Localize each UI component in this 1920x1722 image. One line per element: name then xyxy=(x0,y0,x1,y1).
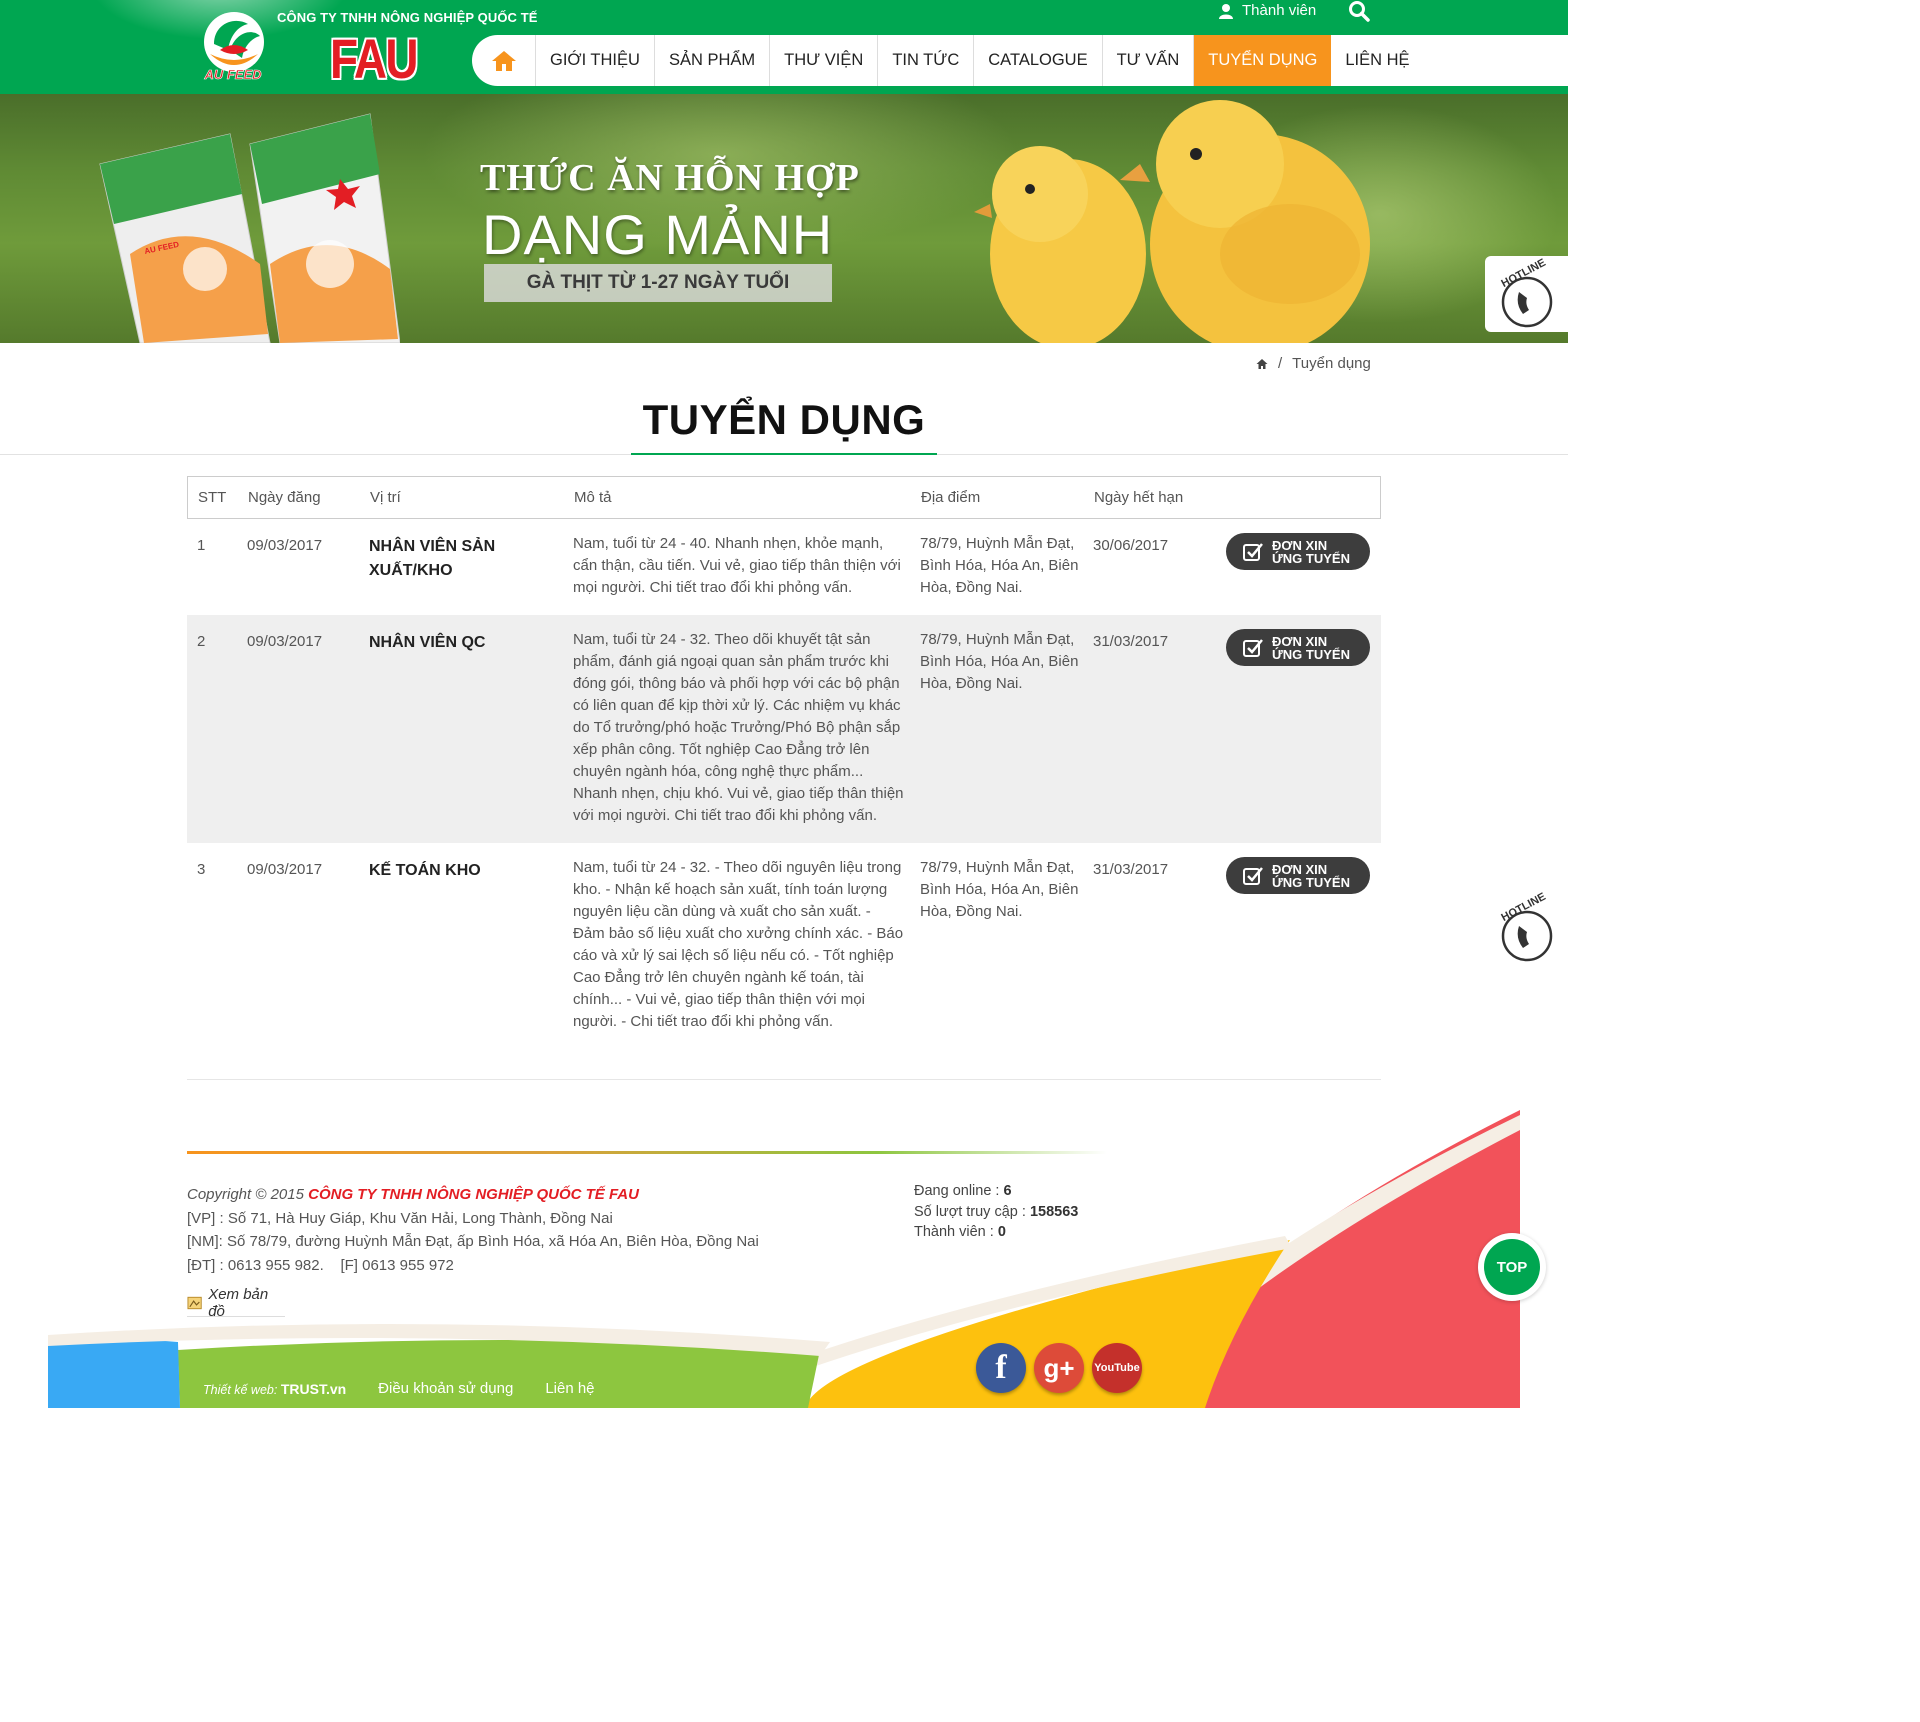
svg-text:HOTLINE: HOTLINE xyxy=(1499,891,1547,924)
breadcrumb-separator: / xyxy=(1278,355,1283,372)
row-position[interactable]: NHÂN VIÊN SẢN XUẤT/KHO xyxy=(369,535,529,583)
main-nav: GIỚI THIỆU SẢN PHẨM THƯ VIỆN TIN TỨC CAT… xyxy=(472,35,1568,86)
row-stt: 2 xyxy=(197,633,206,650)
row-description: Nam, tuổi từ 24 - 32. Theo dõi khuyết tậ… xyxy=(573,631,904,824)
feed-bags-image: AU FEED xyxy=(99,113,400,343)
visit-count: 158563 xyxy=(1029,1203,1079,1220)
table-header: STT Ngày đăng Vị trí Mô tả Địa điểm Ngày… xyxy=(187,476,1381,519)
table-row: 1 09/03/2017 NHÂN VIÊN SẢN XUẤT/KHO Nam,… xyxy=(187,519,1381,615)
view-map-link[interactable]: Xem bản đồ xyxy=(187,1285,285,1320)
online-count: 6 xyxy=(1003,1183,1012,1199)
row-location: 78/79, Huỳnh Mẫn Đạt, Bình Hóa, Hóa An, … xyxy=(920,535,1079,596)
banner-line3: GÀ THỊT TỪ 1-27 NGÀY TUỔI xyxy=(484,264,832,302)
row-expiry: 31/03/2017 xyxy=(1093,633,1169,650)
chicks-image xyxy=(974,100,1370,343)
row-date: 09/03/2017 xyxy=(247,537,323,554)
search-icon[interactable] xyxy=(1348,0,1370,22)
apply-button[interactable]: ĐƠN XIN ỨNG TUYỂN xyxy=(1226,857,1370,894)
social-links: f g+ YouTube xyxy=(976,1343,1142,1393)
header-location: Địa điểm xyxy=(921,489,981,506)
row-date: 09/03/2017 xyxy=(247,633,323,650)
back-to-top-label: TOP xyxy=(1484,1239,1540,1295)
table-row: 2 09/03/2017 NHÂN VIÊN QC Nam, tuổi từ 2… xyxy=(187,615,1381,843)
company-line: CÔNG TY TNHH NÔNG NGHIỆP QUỐC TẾ xyxy=(277,10,538,25)
user-icon xyxy=(1219,3,1233,19)
fax-number: [F] 0613 955 972 xyxy=(340,1256,454,1274)
aufeed-logo[interactable]: AU FEED xyxy=(190,6,276,86)
member-count: 0 xyxy=(997,1224,1006,1240)
phone-icon: HOTLINE xyxy=(1499,891,1553,962)
row-expiry: 31/03/2017 xyxy=(1093,861,1169,878)
home-icon xyxy=(491,50,516,71)
terms-link[interactable]: Điều khoản sử dụng xyxy=(378,1380,513,1397)
checkbox-icon xyxy=(1243,866,1263,885)
checkbox-icon xyxy=(1243,638,1263,657)
apply-button[interactable]: ĐƠN XIN ỨNG TUYỂN xyxy=(1226,629,1370,666)
footer-divider xyxy=(187,1151,1107,1154)
site-stats: Đang online : 6 Số lượt truy cập : 15856… xyxy=(914,1183,1079,1240)
designer-credit[interactable]: Thiết kế web: TRUST.vn xyxy=(203,1381,346,1397)
banner-line2: DẠNG MẢNH xyxy=(482,203,834,266)
nav-tu-van[interactable]: TƯ VẤN xyxy=(1103,35,1195,86)
hotline-badge[interactable]: HOTLINE xyxy=(1485,256,1569,332)
jobs-table: STT Ngày đăng Vị trí Mô tả Địa điểm Ngày… xyxy=(187,476,1381,1053)
nav-san-pham[interactable]: SẢN PHẨM xyxy=(655,35,771,86)
youtube-icon[interactable]: YouTube xyxy=(1092,1343,1142,1393)
copyright-company: CÔNG TY TNHH NÔNG NGHIỆP QUỐC TẾ FAU xyxy=(308,1186,639,1203)
banner-line1: THỨC ĂN HỖN HỢP xyxy=(480,157,860,199)
row-expiry: 30/06/2017 xyxy=(1093,537,1169,554)
home-icon[interactable] xyxy=(1256,358,1268,370)
svg-text:HOTLINE: HOTLINE xyxy=(1499,257,1547,290)
header-position: Vị trí xyxy=(370,489,401,506)
table-row: 3 09/03/2017 KẾ TOÁN KHO Nam, tuổi từ 24… xyxy=(187,843,1381,1053)
checkbox-icon xyxy=(1243,542,1263,561)
divider xyxy=(187,1079,1381,1080)
title-underline xyxy=(631,453,937,455)
apply-button[interactable]: ĐƠN XIN ỨNG TUYỂN xyxy=(1226,533,1370,570)
nav-lien-he[interactable]: LIÊN HỆ xyxy=(1331,35,1423,86)
nav-tin-tuc[interactable]: TIN TỨC xyxy=(878,35,975,86)
nav-tuyen-dung[interactable]: TUYỂN DỤNG xyxy=(1194,35,1332,86)
factory-address: [NM]: Số 78/79, đường Huỳnh Mẫn Đạt, ấp … xyxy=(187,1233,759,1250)
row-description: Nam, tuổi từ 24 - 32. - Theo dõi nguyên … xyxy=(573,859,904,1030)
row-location: 78/79, Huỳnh Mẫn Đạt, Bình Hóa, Hóa An, … xyxy=(920,859,1079,920)
back-to-top-button[interactable]: TOP xyxy=(1478,1233,1546,1301)
copyright-prefix: Copyright © 2015 xyxy=(187,1186,304,1203)
row-position[interactable]: KẾ TOÁN KHO xyxy=(369,859,529,883)
member-link[interactable]: Thành viên xyxy=(1218,2,1316,19)
row-date: 09/03/2017 xyxy=(247,861,323,878)
header-stt: STT xyxy=(198,489,227,506)
footer-info: Copyright © 2015 CÔNG TY TNHH NÔNG NGHIỆ… xyxy=(187,1183,759,1277)
member-label: Thành viên xyxy=(1242,2,1317,19)
logo-text: AU FEED xyxy=(203,67,262,82)
office-address: [VP] : Số 71, Hà Huy Giáp, Khu Văn Hải, … xyxy=(187,1209,613,1227)
brand-wordmark[interactable]: FAU xyxy=(330,26,419,91)
header-expiry: Ngày hết hạn xyxy=(1094,489,1184,506)
nav-home[interactable] xyxy=(472,35,536,86)
row-stt: 3 xyxy=(197,861,206,878)
nav-thu-vien[interactable]: THƯ VIỆN xyxy=(770,35,879,86)
nav-gioi-thieu[interactable]: GIỚI THIỆU xyxy=(536,35,655,86)
hotline-badge-secondary[interactable]: HOTLINE xyxy=(1485,890,1569,966)
map-icon xyxy=(187,1296,202,1309)
row-stt: 1 xyxy=(197,537,206,554)
footer-links: Thiết kế web: TRUST.vn Điều khoản sử dụn… xyxy=(203,1380,595,1397)
facebook-icon[interactable]: f xyxy=(976,1343,1026,1393)
site-header: AU FEED CÔNG TY TNHH NÔNG NGHIỆP QUỐC TẾ… xyxy=(0,0,1568,94)
phone-icon: HOTLINE xyxy=(1499,257,1553,328)
breadcrumb-current: Tuyển dụng xyxy=(1292,355,1371,372)
row-description: Nam, tuổi từ 24 - 40. Nhanh nhẹn, khỏe m… xyxy=(573,535,901,596)
nav-catalogue[interactable]: CATALOGUE xyxy=(974,35,1103,86)
contact-link[interactable]: Liên hệ xyxy=(545,1380,594,1397)
header-date: Ngày đăng xyxy=(248,489,321,506)
view-map-label: Xem bản đồ xyxy=(208,1285,269,1320)
phone-number: [ĐT] : 0613 955 982. xyxy=(187,1256,324,1274)
page-title: TUYỂN DỤNG xyxy=(642,396,926,443)
hero-banner[interactable]: AU FEED THỨC ĂN HỖN HỢP DẠNG MẢNH GÀ THỊ… xyxy=(0,94,1568,343)
row-location: 78/79, Huỳnh Mẫn Đạt, Bình Hóa, Hóa An, … xyxy=(920,631,1079,692)
header-description: Mô tả xyxy=(574,489,612,506)
google-plus-icon[interactable]: g+ xyxy=(1034,1343,1084,1393)
breadcrumb: / Tuyển dụng xyxy=(1256,355,1371,372)
row-position[interactable]: NHÂN VIÊN QC xyxy=(369,631,529,655)
